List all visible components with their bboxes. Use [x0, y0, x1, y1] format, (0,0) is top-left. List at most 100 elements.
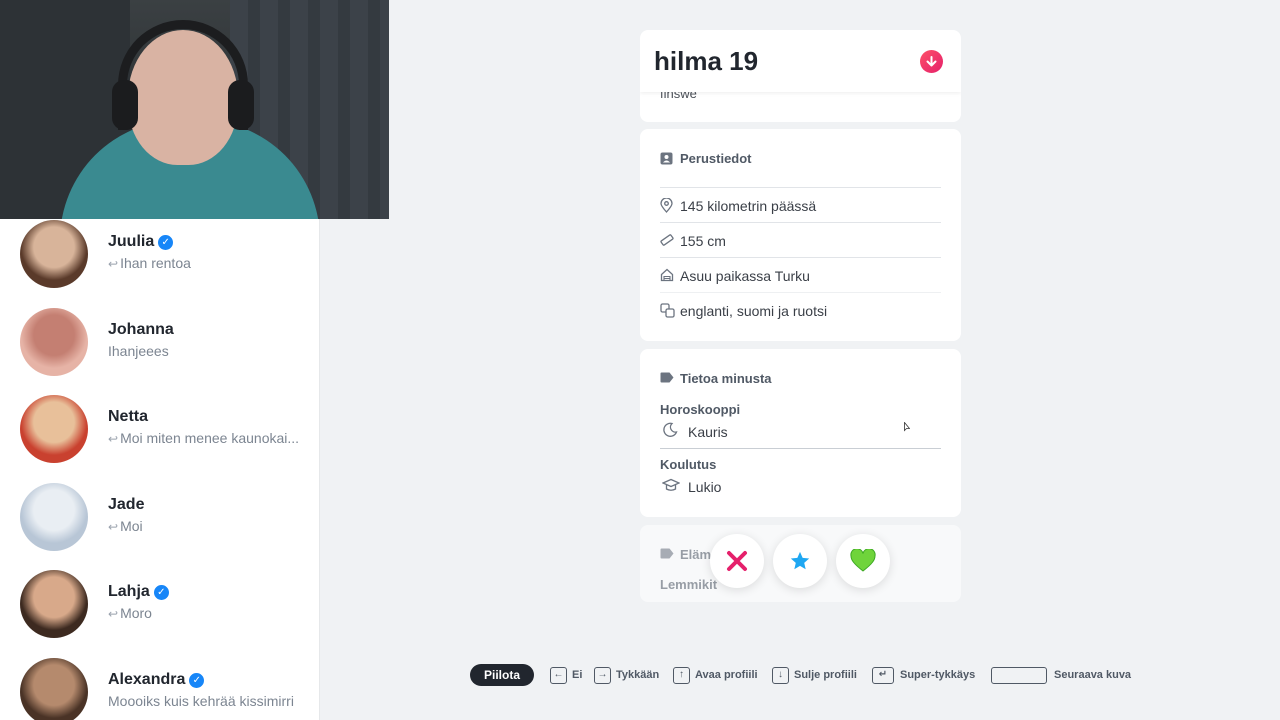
home-icon [660, 268, 674, 282]
match-message-text: Moro [120, 605, 152, 621]
id-card-icon [660, 152, 673, 165]
x-icon [727, 551, 747, 571]
tag-icon [660, 548, 674, 559]
match-last-message: Moooiks kuis kehrää kissimirri [108, 693, 308, 709]
education-value: Lukio [688, 479, 722, 495]
collapse-profile-button[interactable] [920, 50, 943, 73]
basics-row-height: 155 cm [660, 222, 941, 257]
language-icon [660, 303, 675, 318]
match-message-text: Moi miten menee kaunokai... [120, 430, 300, 446]
shortcut-superlike-label: Super-tykkäys [900, 669, 976, 681]
profile-header: hilma 19 [640, 30, 961, 92]
basics-row-distance: 145 kilometrin päässä [660, 187, 941, 222]
match-name-text: Juulia [108, 233, 155, 250]
moon-icon [663, 422, 678, 437]
education-label: Koulutus [660, 457, 717, 472]
match-last-message: ↩ Moi miten menee kaunokai... [108, 430, 308, 446]
key-down-icon: ↓ [772, 667, 789, 684]
location-pin-icon [660, 198, 673, 213]
match-avatar[interactable] [20, 570, 88, 638]
verified-badge-icon: ✓ [158, 235, 174, 250]
match-last-message: ↩ Ihan rentoa [108, 255, 308, 271]
key-up-icon: ↑ [673, 667, 690, 684]
tag-icon [660, 372, 674, 383]
home-text: Asuu paikassa Turku [680, 268, 810, 284]
match-avatar[interactable] [20, 395, 88, 463]
webcam-overlay [0, 0, 389, 219]
match-name-text: Johanna [108, 321, 174, 338]
horoscope-value: Kauris [688, 424, 728, 440]
match-name: Johanna [108, 321, 174, 339]
star-icon [790, 551, 810, 570]
key-right-icon: → [594, 667, 611, 684]
match-last-message: ↩ Moi [108, 518, 308, 534]
match-last-message: Ihanjeees [108, 343, 308, 359]
match-name-text: Jade [108, 496, 145, 513]
match-avatar[interactable] [20, 220, 88, 288]
match-item[interactable]: Juulia ✓ ↩ Ihan rentoa [0, 219, 319, 306]
match-name: Netta [108, 408, 148, 426]
match-name: Jade [108, 496, 144, 514]
match-item[interactable]: Johanna Ihanjeees [0, 307, 319, 394]
profile-card: hilma 19 finswe Perustiedot 145 kilometr… [640, 30, 961, 602]
reply-arrow-icon: ↩ [108, 257, 119, 271]
basics-section: Perustiedot 145 kilometrin päässä 155 cm… [640, 129, 961, 341]
basics-title: Perustiedot [680, 151, 752, 166]
basics-row-languages: englanti, suomi ja ruotsi [660, 292, 941, 327]
profile-name-age: hilma 19 [654, 46, 759, 76]
like-button[interactable] [836, 534, 890, 588]
headphone-earcup-right [228, 80, 254, 130]
match-name-text: Lahja [108, 583, 150, 600]
nope-button[interactable] [710, 534, 764, 588]
about-section: Tietoa minusta Horoskooppi Kauris Koulut… [640, 349, 961, 517]
match-avatar[interactable] [20, 483, 88, 551]
match-name: Juulia ✓ [108, 233, 174, 251]
match-avatar[interactable] [20, 308, 88, 376]
pets-label: Lemmikit [660, 577, 718, 592]
verified-badge-icon: ✓ [189, 673, 205, 688]
heart-icon [850, 549, 876, 572]
arrow-down-icon [926, 56, 937, 67]
key-space-icon [991, 667, 1047, 684]
match-message-text: Moi [120, 518, 143, 534]
match-item[interactable]: Alexandra ✓ Moooiks kuis kehrää kissimirri [0, 657, 319, 720]
match-last-message: ↩ Moro [108, 605, 308, 621]
match-message-text: Ihanjeees [108, 343, 169, 359]
ruler-icon [660, 234, 674, 246]
horoscope-label: Horoskooppi [660, 402, 741, 417]
key-enter-icon: ↵ [872, 667, 894, 684]
superlike-button[interactable] [773, 534, 827, 588]
match-item[interactable]: Netta ↩ Moi miten menee kaunokai... [0, 394, 319, 481]
hide-shortcuts-button[interactable]: Piilota [470, 664, 534, 686]
match-name-text: Netta [108, 408, 149, 425]
shortcut-open-profile-label: Avaa profiili [695, 669, 758, 681]
match-name-text: Alexandra [108, 671, 186, 688]
match-item[interactable]: Lahja ✓ ↩ Moro [0, 569, 319, 656]
shortcut-close-profile-label: Sulje profiili [794, 669, 857, 681]
shortcut-nope-label: Ei [572, 669, 583, 681]
keyboard-shortcuts-bar: Piilota ← Ei → Tykkään ↑ Avaa profiili ↓… [470, 664, 1150, 686]
graduation-cap-icon [662, 478, 680, 491]
about-title: Tietoa minusta [680, 371, 772, 386]
reply-arrow-icon: ↩ [108, 607, 119, 621]
match-item[interactable]: Jade ↩ Moi [0, 482, 319, 569]
match-avatar[interactable] [20, 658, 88, 720]
shortcut-next-photo-label: Seuraava kuva [1054, 669, 1132, 681]
languages-text: englanti, suomi ja ruotsi [680, 303, 828, 319]
reply-arrow-icon: ↩ [108, 520, 119, 534]
distance-text: 145 kilometrin päässä [680, 198, 817, 214]
match-message-text: Moooiks kuis kehrää kissimirri [108, 693, 294, 709]
about-divider [660, 448, 941, 449]
match-name: Lahja ✓ [108, 583, 169, 601]
match-name: Alexandra ✓ [108, 671, 205, 689]
reply-arrow-icon: ↩ [108, 432, 119, 446]
shortcut-like-label: Tykkään [616, 669, 660, 681]
headphone-earcup-left [112, 80, 138, 130]
key-left-icon: ← [550, 667, 567, 684]
basics-row-home: Asuu paikassa Turku [660, 257, 941, 292]
mouse-cursor-icon [904, 422, 910, 432]
match-list: Juulia ✓ ↩ Ihan rentoa Johanna Ihanjeees Netta… [0, 219, 320, 720]
height-text: 155 cm [680, 233, 726, 249]
verified-badge-icon: ✓ [153, 585, 169, 600]
match-message-text: Ihan rentoa [120, 255, 191, 271]
